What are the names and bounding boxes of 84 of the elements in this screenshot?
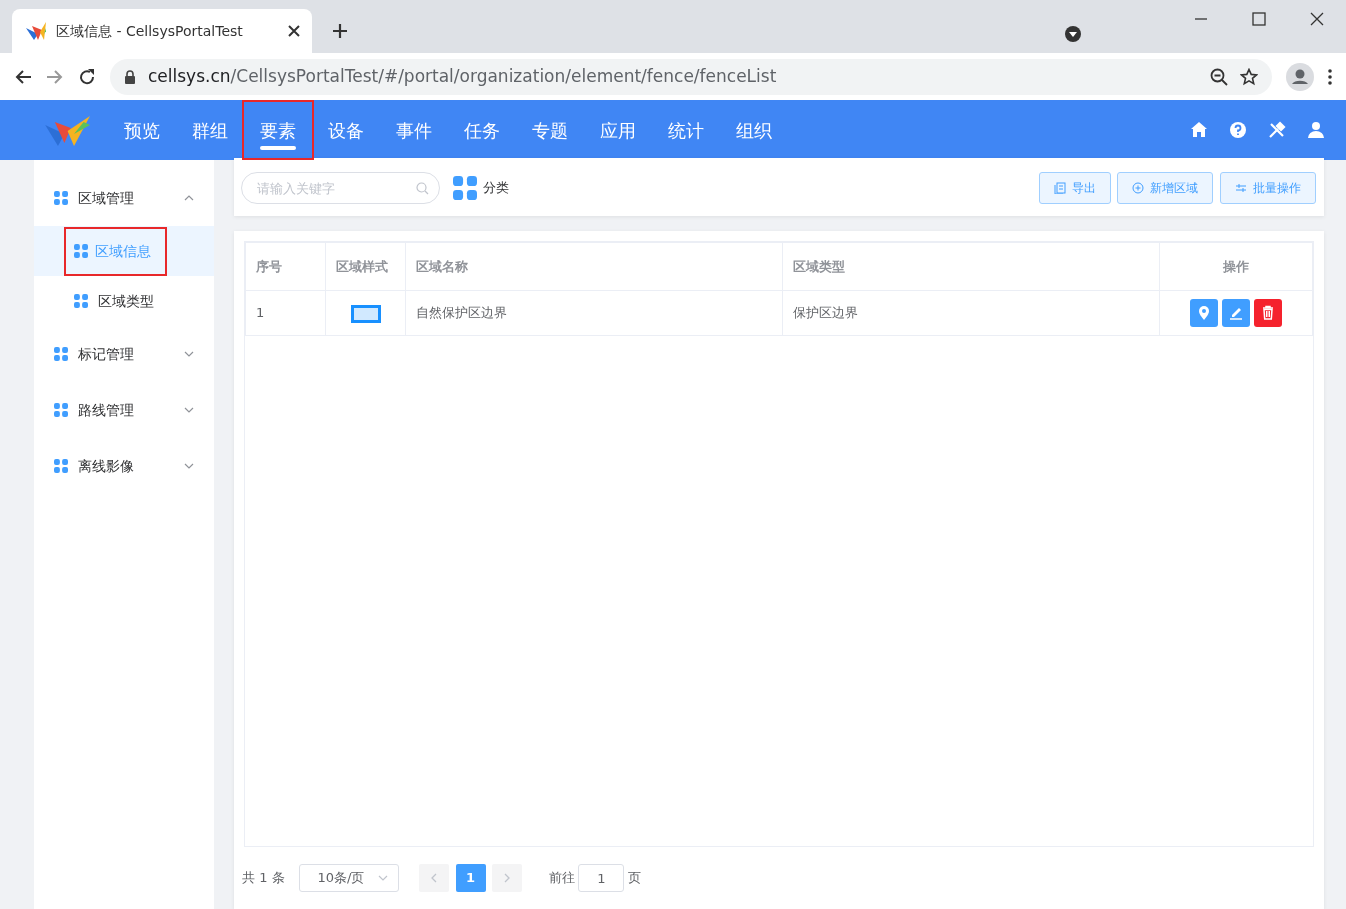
- column-header: 区域样式: [325, 242, 406, 291]
- sidebar-group-label: 区域管理: [78, 188, 135, 208]
- nav-tab[interactable]: 应用: [584, 102, 652, 158]
- column-header: 区域类型: [782, 242, 1160, 291]
- back-arrow-icon[interactable]: [14, 67, 32, 86]
- close-icon[interactable]: [1309, 11, 1325, 27]
- table-cell: 自然保护区边界: [405, 290, 783, 336]
- column-header: 区域名称: [405, 242, 783, 291]
- sliders-icon: [1234, 182, 1247, 194]
- help-icon[interactable]: [1229, 121, 1247, 139]
- pencil-icon: [1229, 305, 1243, 321]
- user-icon[interactable]: [1307, 121, 1325, 139]
- nav-tab[interactable]: 预览: [108, 102, 176, 158]
- batch-button[interactable]: 批量操作: [1219, 172, 1316, 204]
- sidebar-group[interactable]: 区域管理: [34, 170, 214, 226]
- column-header: 操作: [1159, 242, 1313, 291]
- plus-icon[interactable]: [332, 23, 348, 39]
- category-button[interactable]: 分类: [452, 176, 509, 200]
- sidebar-group-label: 离线影像: [78, 456, 135, 476]
- address-bar[interactable]: cellsys.cn/CellsysPortalTest/#/portal/organization/element/fence/fenceList: [110, 58, 1272, 95]
- nav-tab[interactable]: 专题: [516, 102, 584, 158]
- grid-icon: [452, 176, 477, 200]
- delete-button[interactable]: [1254, 299, 1282, 327]
- grid-icon: [54, 191, 68, 205]
- sidebar-group[interactable]: 离线影像: [34, 438, 214, 494]
- sidebar-group[interactable]: 标记管理: [34, 326, 214, 382]
- grid-icon: [54, 403, 68, 417]
- browser-tab[interactable]: 区域信息 - CellsysPortalTest: [12, 9, 312, 53]
- add-button[interactable]: 新增区域: [1117, 172, 1213, 204]
- sidebar-item[interactable]: 区域信息: [34, 226, 214, 276]
- nav-tab[interactable]: 组织: [720, 102, 788, 158]
- tab-title: 区域信息 - CellsysPortalTest: [56, 21, 244, 41]
- reload-icon[interactable]: [78, 67, 96, 86]
- trash-icon: [1261, 305, 1275, 321]
- nav-tab[interactable]: 统计: [652, 102, 720, 158]
- export-button[interactable]: 导出: [1038, 172, 1111, 204]
- tools-icon[interactable]: [1268, 121, 1286, 139]
- sidebar-group-label: 路线管理: [78, 400, 135, 420]
- nav-tab[interactable]: 群组: [176, 102, 244, 158]
- nav-tab[interactable]: 设备: [312, 102, 380, 158]
- chevron-right-icon: [504, 873, 511, 883]
- sidebar-group[interactable]: 路线管理: [34, 382, 214, 438]
- search-icon: [415, 182, 429, 195]
- sidebar-item-label: 区域类型: [98, 291, 154, 311]
- page-size-select[interactable]: 10条/页: [298, 864, 399, 892]
- edit-button[interactable]: [1222, 299, 1250, 327]
- logo-icon: [24, 20, 46, 42]
- pin-icon: [1197, 305, 1211, 321]
- grid-icon: [74, 294, 88, 308]
- close-icon[interactable]: [288, 25, 300, 37]
- page-number-button[interactable]: 1: [455, 864, 486, 892]
- copy-icon: [1053, 182, 1066, 194]
- sidebar-item[interactable]: 区域类型: [34, 276, 214, 326]
- locate-button[interactable]: [1190, 299, 1218, 327]
- chevron-left-icon: [431, 873, 438, 883]
- table-cell: 1: [245, 290, 326, 336]
- lock-icon: [124, 69, 136, 84]
- url-text: cellsys.cn/CellsysPortalTest/#/portal/organization/element/fence/fenceList: [148, 64, 778, 88]
- zoom-out-icon[interactable]: [1210, 67, 1228, 86]
- area-style-swatch: [350, 304, 381, 323]
- grid-icon: [74, 244, 88, 258]
- sidebar-item-label: 区域信息: [94, 241, 151, 261]
- column-header: 序号: [245, 242, 326, 291]
- page-suffix: 页: [627, 869, 641, 888]
- table-cell: 保护区边界: [782, 290, 1160, 336]
- nav-tab[interactable]: 任务: [448, 102, 516, 158]
- forward-arrow-icon[interactable]: [46, 67, 64, 86]
- maximize-icon[interactable]: [1251, 11, 1267, 27]
- more-icon[interactable]: [1328, 68, 1332, 85]
- search-field[interactable]: 请输入关键字: [240, 172, 440, 204]
- plus-circle-icon: [1132, 182, 1144, 194]
- home-icon[interactable]: [1190, 121, 1208, 139]
- dropdown-circle-icon[interactable]: [1064, 25, 1082, 43]
- grid-icon: [54, 459, 68, 473]
- goto-label: 前往: [549, 869, 576, 888]
- total-count: 共 1 条: [242, 869, 285, 888]
- goto-page-field[interactable]: 1: [578, 864, 625, 892]
- star-icon[interactable]: [1240, 67, 1258, 86]
- grid-icon: [54, 347, 68, 361]
- nav-tab[interactable]: 要素: [244, 102, 312, 158]
- sidebar-group-label: 标记管理: [78, 344, 135, 364]
- avatar-icon[interactable]: [1286, 62, 1314, 91]
- chevron-down-icon: [377, 875, 388, 881]
- nav-tab[interactable]: 事件: [380, 102, 448, 158]
